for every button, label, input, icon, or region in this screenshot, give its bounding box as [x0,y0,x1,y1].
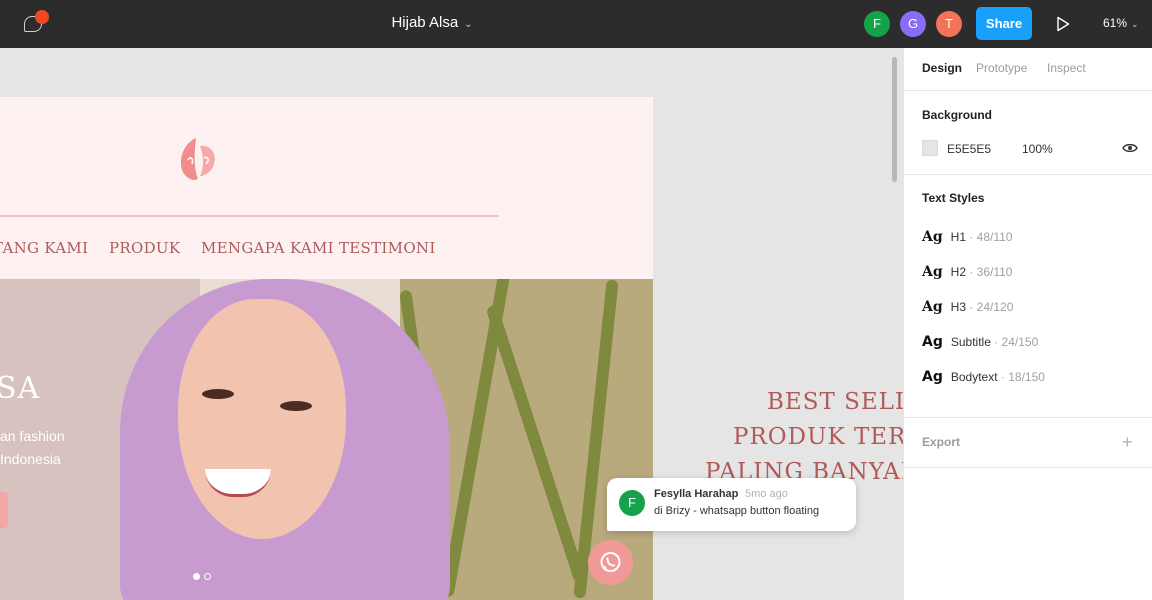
text-style-glyph-icon: Ag [922,369,943,385]
text-style-glyph-icon: Ag [922,299,943,315]
text-style-name: H1 [950,230,966,244]
collaborator-avatar-t[interactable]: T [936,11,962,37]
collaborator-avatar-g[interactable]: G [900,11,926,37]
top-bar: Hijab Alsa ⌄ F G T Share 61% ⌄ [0,0,1152,48]
comment-text: di Brizy - whatsapp button floating [654,505,820,517]
hero-model-eye [280,401,312,411]
text-style-glyph-icon: Ag [922,334,943,350]
background-hex-value[interactable]: E5E5E5 [947,142,991,156]
comment-timestamp: 5mo ago [745,488,788,500]
divider [904,467,1152,468]
collaborator-avatar-f[interactable]: F [864,11,890,37]
whatsapp-icon [600,552,621,572]
nav-item-testimoni[interactable]: TESTIMONI [339,239,436,257]
text-style-h3[interactable]: Ag H3 · 24/120 [922,299,1013,319]
comment-avatar: F [619,490,645,516]
hero-cta-button[interactable] [0,492,8,528]
text-styles-section-title: Text Styles [922,191,985,205]
export-section-title: Export [922,435,961,449]
carousel-dot-active[interactable] [193,573,200,580]
document-title-text: Hijab Alsa [391,14,459,31]
chevron-down-icon: ⌄ [1131,19,1139,29]
hero-model-face [178,299,346,539]
carousel-dot[interactable] [204,573,211,580]
hero-section[interactable]: SA an fashion Indonesia [0,279,653,600]
visibility-eye-icon[interactable] [1122,142,1138,154]
comment-card[interactable]: F Fesylla Harahap 5mo ago di Brizy - wha… [607,478,856,531]
text-style-glyph-icon: Ag [922,264,943,280]
chevron-down-icon: ⌄ [464,19,473,30]
design-canvas[interactable]: TANG KAMI PRODUK MENGAPA KAMI TESTIMONI … [0,48,903,600]
best-seller-line2: PRODUK TERL [733,424,903,450]
text-style-glyph-icon: Ag [922,229,943,245]
divider [904,90,1152,91]
hero-subtitle-line2: Indonesia [0,451,61,467]
text-style-meta: · 24/150 [990,335,1039,349]
properties-panel: Design Prototype Inspect Background E5E5… [903,48,1152,600]
best-seller-line1: BEST SELLE [767,389,903,415]
butterfly-logo-icon [180,138,215,180]
carousel-dots [193,567,215,585]
nav-item-tentang-kami[interactable]: TANG KAMI [0,239,88,257]
text-style-bodytext[interactable]: Ag Bodytext · 18/150 [922,369,1045,389]
background-section-title: Background [922,108,993,122]
background-color-swatch[interactable] [922,140,938,156]
zoom-dropdown[interactable]: 61% ⌄ [1103,16,1139,30]
tab-design[interactable]: Design [922,61,962,75]
text-style-name: H2 [950,265,966,279]
text-style-meta: · 36/110 [966,265,1013,279]
share-button[interactable]: Share [976,7,1032,40]
divider [904,174,1152,175]
website-header-frame[interactable]: TANG KAMI PRODUK MENGAPA KAMI TESTIMONI [0,97,653,279]
text-style-meta: · 48/110 [966,230,1013,244]
hero-model-eye [202,389,234,399]
header-divider [0,215,499,217]
tab-prototype[interactable]: Prototype [976,61,1027,75]
text-style-meta: · 18/150 [997,370,1045,384]
divider [904,417,1152,418]
text-style-meta: · 24/120 [966,300,1014,314]
text-style-name: Bodytext [950,370,998,384]
background-opacity-value[interactable]: 100% [1022,142,1053,156]
text-style-h2[interactable]: Ag H2 · 36/110 [922,264,1012,284]
nav-item-mengapa-kami[interactable]: MENGAPA KAMI [201,239,334,257]
whatsapp-floating-button[interactable] [588,540,633,585]
nav-item-produk[interactable]: PRODUK [109,239,180,257]
hero-subtitle-line1: an fashion [0,428,65,444]
document-title[interactable]: Hijab Alsa ⌄ [0,14,864,31]
comment-author: Fesylla Harahap [654,488,739,500]
text-style-h1[interactable]: Ag H1 · 48/110 [922,229,1012,249]
text-style-name: H3 [950,300,966,314]
hero-title: SA [0,371,41,406]
canvas-scrollbar[interactable] [892,57,897,182]
tab-inspect[interactable]: Inspect [1047,61,1086,75]
play-icon[interactable] [1056,16,1070,32]
zoom-value: 61% [1103,16,1128,30]
add-export-plus-icon[interactable]: + [1122,433,1133,451]
text-style-name: Subtitle [950,335,991,349]
text-style-subtitle[interactable]: Ag Subtitle · 24/150 [922,334,1038,354]
